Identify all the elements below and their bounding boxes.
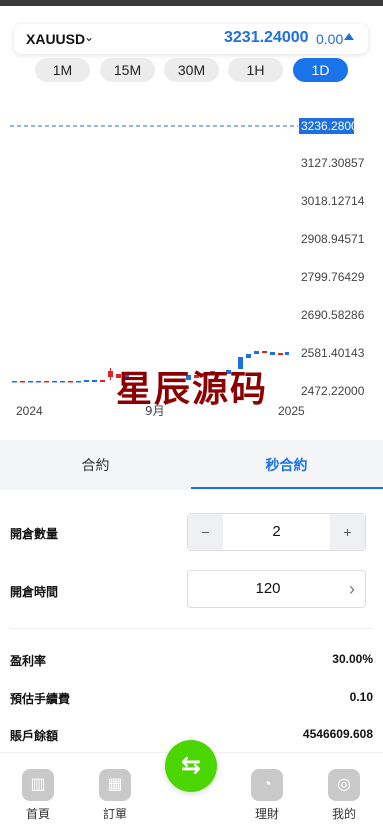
balance-label: 賬戶餘額 xyxy=(10,729,59,743)
interval-selector: 1M 15M 30M 1H 1D xyxy=(35,58,355,82)
finance-icon: ◔ xyxy=(251,769,283,801)
price-change: 0.00 xyxy=(316,31,344,47)
nav-orders[interactable]: ▦ 訂單 xyxy=(85,769,145,822)
time-value: 120 xyxy=(255,580,281,597)
nav-home[interactable]: ▥ 首頁 xyxy=(8,769,68,822)
qty-label: 開倉數量 xyxy=(10,527,59,541)
decrement-button[interactable]: − xyxy=(188,514,223,550)
candle xyxy=(76,381,81,383)
candle xyxy=(84,380,89,382)
status-bar xyxy=(0,0,383,6)
interval-1d[interactable]: 1D xyxy=(293,58,348,82)
increment-button[interactable]: + xyxy=(330,514,365,550)
time-label: 開倉時間 xyxy=(10,585,59,599)
fee-row: 預估手續費 0.10 xyxy=(10,690,373,708)
swap-icon[interactable]: ⇆ xyxy=(165,740,217,792)
candle xyxy=(52,381,57,383)
current-price: 3231.24000 xyxy=(224,29,309,46)
interval-15m[interactable]: 15M xyxy=(100,58,155,82)
bar-chart-icon: ▥ xyxy=(22,769,54,801)
active-tab-indicator xyxy=(191,487,383,489)
nav-label: 理財 xyxy=(254,807,279,821)
y-tick-label: 2472.22000 xyxy=(301,384,365,398)
interval-1h[interactable]: 1H xyxy=(228,58,283,82)
trade-tabs: 合約 秒合約 xyxy=(0,440,383,490)
balance-value: 4546609.608 xyxy=(302,727,373,741)
quantity-stepper: − 2 + xyxy=(187,513,366,551)
y-tick-label: 3018.12714 xyxy=(301,194,365,208)
nav-mine[interactable]: ◎ 我的 xyxy=(314,769,374,822)
profit-rate-label: 盈利率 xyxy=(10,654,47,668)
profit-rate-row: 盈利率 30.00% xyxy=(10,652,373,670)
y-tick-label: 3127.30857 xyxy=(301,156,365,170)
candle xyxy=(262,351,267,353)
candle xyxy=(68,381,73,383)
symbol-selector[interactable]: XAUUSD xyxy=(26,31,85,47)
tab-second-contract[interactable]: 秒合約 xyxy=(191,440,382,490)
interval-30m[interactable]: 30M xyxy=(164,58,219,82)
y-tick-label: 2799.76429 xyxy=(301,270,365,284)
time-select[interactable]: 120 › xyxy=(187,570,366,608)
nav-label: 訂單 xyxy=(102,807,127,821)
candle xyxy=(270,352,275,355)
profit-rate-value: 30.00% xyxy=(332,652,373,666)
y-tick-label: 2690.58286 xyxy=(301,308,365,322)
quantity-value[interactable]: 2 xyxy=(223,514,330,550)
triangle-up-icon xyxy=(344,33,354,40)
current-price-tag: 3236.28000 xyxy=(301,119,365,133)
candle xyxy=(36,381,41,383)
candle xyxy=(100,380,105,382)
interval-1m[interactable]: 1M xyxy=(35,58,90,82)
candle xyxy=(44,381,49,383)
y-tick-label: 2581.40143 xyxy=(301,346,365,360)
candle xyxy=(278,353,283,355)
candle xyxy=(254,351,259,354)
candle xyxy=(246,354,251,358)
grid-icon: ▦ xyxy=(99,769,131,801)
candle xyxy=(20,381,25,383)
x-tick-label: 2024 xyxy=(16,404,43,418)
divider xyxy=(10,628,373,629)
candle xyxy=(12,381,17,383)
user-icon: ◎ xyxy=(328,769,360,801)
ticker-card: XAUUSD ⌄ 3231.24000 0.00 xyxy=(14,24,368,54)
candle xyxy=(285,352,289,355)
nav-label: 我的 xyxy=(331,807,356,821)
candle xyxy=(60,381,65,383)
chevron-right-icon: › xyxy=(349,579,355,599)
nav-finance[interactable]: ◔ 理財 xyxy=(237,769,297,822)
candle xyxy=(92,380,97,382)
nav-label: 首頁 xyxy=(25,807,50,821)
fee-label: 預估手續費 xyxy=(10,692,71,706)
chevron-down-icon[interactable]: ⌄ xyxy=(84,30,94,44)
candle xyxy=(28,381,33,383)
watermark-text: 星辰源码 xyxy=(116,369,269,410)
fee-value: 0.10 xyxy=(349,690,373,704)
x-tick-label: 2025 xyxy=(278,404,305,418)
y-tick-label: 2908.94571 xyxy=(301,232,365,246)
y-axis: 3127.30857 3018.12714 2908.94571 2799.76… xyxy=(301,156,365,398)
tab-contract[interactable]: 合約 xyxy=(0,440,191,490)
